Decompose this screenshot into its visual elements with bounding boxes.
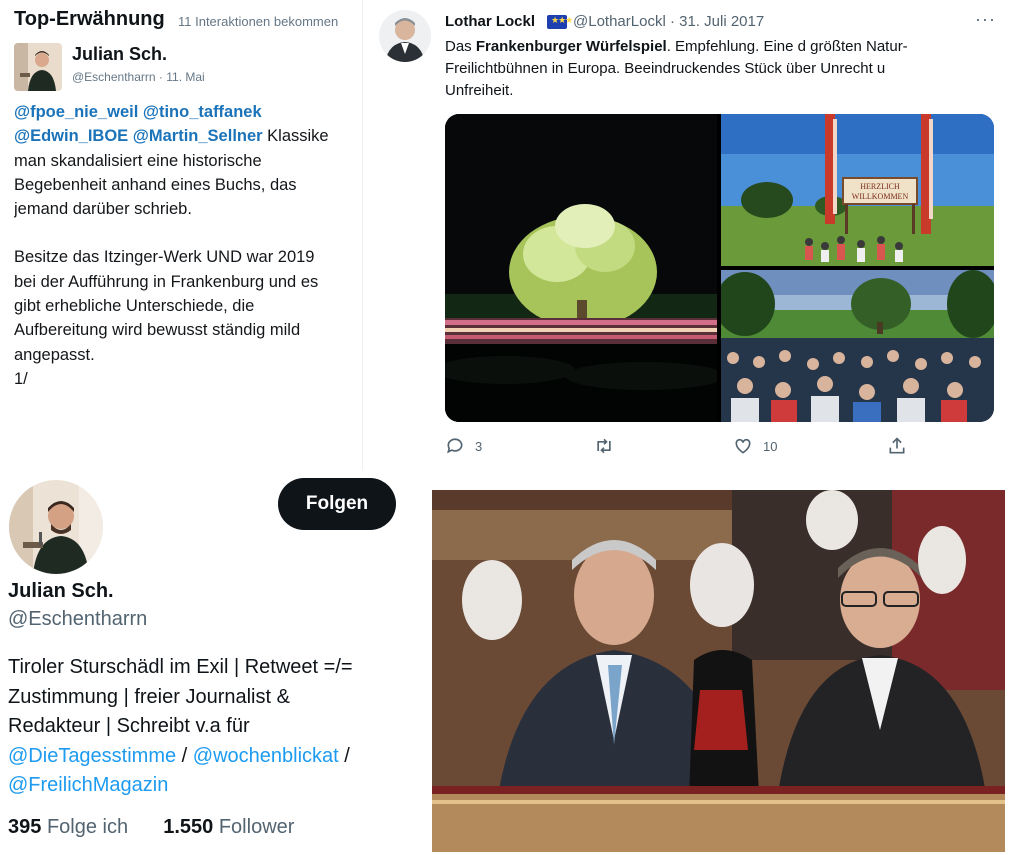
bio-link-freilichmagazin[interactable]: @FreilichMagazin [8, 774, 168, 796]
mention-body-line: Aufbereitung wird bewusst ständig mild [14, 321, 301, 340]
mention-link[interactable]: @fpoe_nie_weil [14, 103, 138, 121]
tweet-author-name[interactable]: Lothar Lockl [445, 13, 535, 30]
mention-line-1: @fpoe_nie_weil @tino_taffanek [14, 100, 354, 124]
follow-button[interactable]: Folgen [278, 478, 396, 530]
bio-line: @FreilichMagazin [8, 771, 418, 801]
like-button[interactable]: 10 [733, 436, 777, 456]
more-options-icon[interactable]: ··· [975, 9, 996, 30]
mention-author-handle-date: @Eschentharrn · 11. Mai [72, 70, 205, 84]
share-icon [889, 437, 905, 454]
reply-icon [447, 438, 463, 454]
top-mention-panel: Top-Erwähnung 11 Interaktionen bekommen … [0, 0, 360, 470]
mention-author-avatar[interactable] [14, 43, 62, 91]
mention-text-fragment: Klassike [267, 127, 329, 146]
bio-link-dietagesstimme[interactable]: @DieTagesstimme [8, 745, 176, 767]
panel-subtitle: 11 Interaktionen bekommen [178, 14, 339, 29]
profile-bio: Tiroler Sturschädl im Exil | Retweet =/=… [8, 653, 418, 801]
followers-count: 1.550 [163, 816, 214, 838]
welcome-sign-line2: WILLKOMMEN [852, 192, 909, 201]
like-count: 10 [763, 438, 778, 454]
profile-name: Julian Sch. [8, 580, 114, 602]
following-count: 395 [8, 816, 42, 838]
bio-line: Redakteur | Schreibt v.a für [8, 715, 250, 737]
tweet-author-avatar[interactable] [379, 10, 431, 62]
bio-separator: / [176, 744, 193, 767]
profile-stats: 395 Folge ich 1.550 Follower [8, 816, 294, 839]
like-icon [735, 438, 751, 454]
profile-card: Folgen Julian Sch. @Eschentharrn Tiroler… [0, 470, 420, 855]
mention-body-line: 1/ [14, 369, 28, 388]
reply-button[interactable]: 3 [445, 436, 482, 456]
profile-avatar[interactable] [7, 478, 105, 576]
bio-line: @DieTagesstimme / @wochenblickat / [8, 742, 418, 772]
panel-title: Top-Erwähnung [14, 8, 165, 30]
tweet-actions: 3 10 [445, 436, 985, 460]
tweet-text-line: Unfreiheit. [445, 82, 514, 99]
welcome-sign-line1: HERZLICH [860, 182, 900, 191]
tweet-date[interactable]: 31. Juli 2017 [679, 13, 764, 30]
profile-handle: @Eschentharrn [8, 608, 148, 630]
followers-label: Follower [218, 816, 295, 838]
mention-body-line: gibt erhebliche Unterschiede, die [14, 297, 255, 316]
bio-separator: / [338, 744, 350, 767]
mention-body-line: angepasst. [14, 345, 95, 364]
mention-body-line: jemand darüber schrieb. [14, 200, 192, 219]
mention-body-line: man skandalisiert eine historische [14, 151, 262, 170]
meta-separator: · [669, 13, 675, 30]
tweet-author-handle[interactable]: @LotharLockl [573, 13, 666, 30]
reply-count: 3 [475, 438, 483, 454]
tweet-text: Das Frankenburger Würfelspiel. Empfehlun… [445, 36, 985, 102]
mention-link[interactable]: @Martin_Sellner [133, 127, 263, 145]
mention-body-line: Besitze das Itzinger-Werk UND war 2019 [14, 248, 315, 267]
tweet-photo-crowd[interactable] [715, 270, 994, 422]
mention-date: 11. Mai [166, 70, 205, 84]
mention-text: @fpoe_nie_weil @tino_taffanek @Edwin_IBO… [14, 100, 354, 391]
bio-line: Zustimmung | freier Journalist & [8, 685, 290, 708]
retweet-icon [597, 438, 611, 454]
tweet-text-fragment: Das [445, 38, 476, 55]
followers-link[interactable]: 1.550 Follower [163, 816, 294, 838]
eu-flag-icon: ★★★ [547, 15, 573, 29]
tweet-photo-night-stage[interactable] [445, 114, 725, 422]
bio-link-wochenblickat[interactable]: @wochenblickat [193, 745, 339, 767]
tweet-meta: @LotharLockl · 31. Juli 2017 [573, 13, 764, 30]
following-link[interactable]: 395 Folge ich [8, 816, 128, 838]
tweet-photo-welcome-sign[interactable]: HERZLICH WILLKOMMEN [721, 114, 994, 266]
share-button[interactable] [887, 436, 907, 456]
mention-body-line: bei der Aufführung in Frankenburg und es [14, 272, 319, 291]
retweet-button[interactable] [593, 436, 615, 456]
bio-line: Tiroler Sturschädl im Exil | Retweet =/= [8, 656, 353, 678]
tweet-text-fragment: . Empfehlung. Eine d größten Natur- [666, 38, 908, 55]
tweet-text-bold: Frankenburger Würfelspiel [475, 38, 667, 55]
following-label: Folge ich [46, 816, 129, 838]
mention-link[interactable]: @Edwin_IBOE [14, 127, 128, 145]
mention-author-handle[interactable]: @Eschentharrn [72, 70, 156, 84]
tweet-card[interactable]: Lothar Lockl ★★★ @LotharLockl · 31. Juli… [362, 0, 1013, 470]
mention-link[interactable]: @tino_taffanek [143, 103, 262, 121]
mention-author-name[interactable]: Julian Sch. [72, 44, 167, 65]
mention-body-line: Begebenheit anhand eines Buchs, das [14, 175, 297, 194]
mention-body-line [14, 221, 354, 245]
mention-line-2: @Edwin_IBOE @Martin_Sellner Klassike [14, 124, 354, 148]
tweet-text-line: Freilichtbühnen in Europa. Beeindruckend… [445, 60, 886, 77]
theater-box-photo [432, 490, 1005, 852]
tweet-media-grid: HERZLICH WILLKOMMEN [445, 114, 994, 422]
